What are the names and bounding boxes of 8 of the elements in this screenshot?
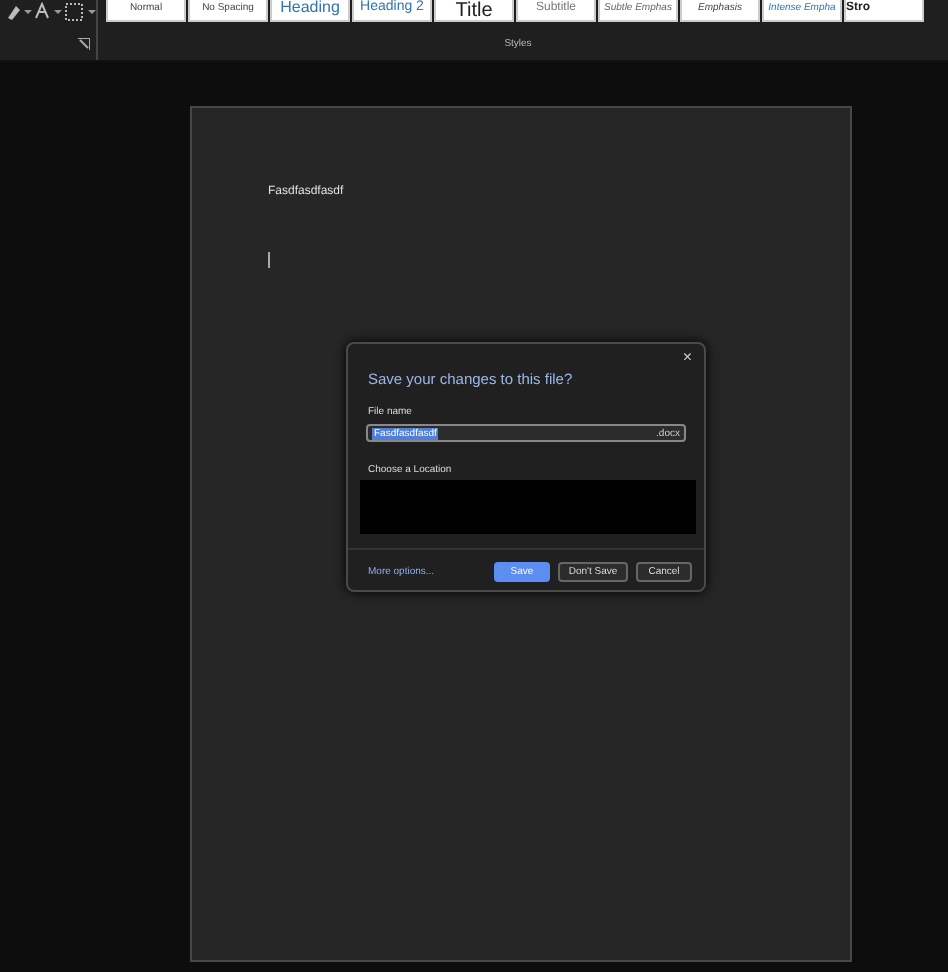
font-color-icon[interactable] — [34, 2, 62, 22]
style-tile[interactable]: Heading — [270, 0, 350, 22]
close-button[interactable]: × — [682, 350, 692, 366]
text-cursor — [268, 252, 270, 268]
style-tile[interactable]: Title — [434, 0, 514, 22]
highlighter-icon[interactable] — [4, 2, 32, 22]
dialog-launcher-icon[interactable] — [78, 38, 90, 50]
borders-icon[interactable] — [64, 2, 96, 22]
